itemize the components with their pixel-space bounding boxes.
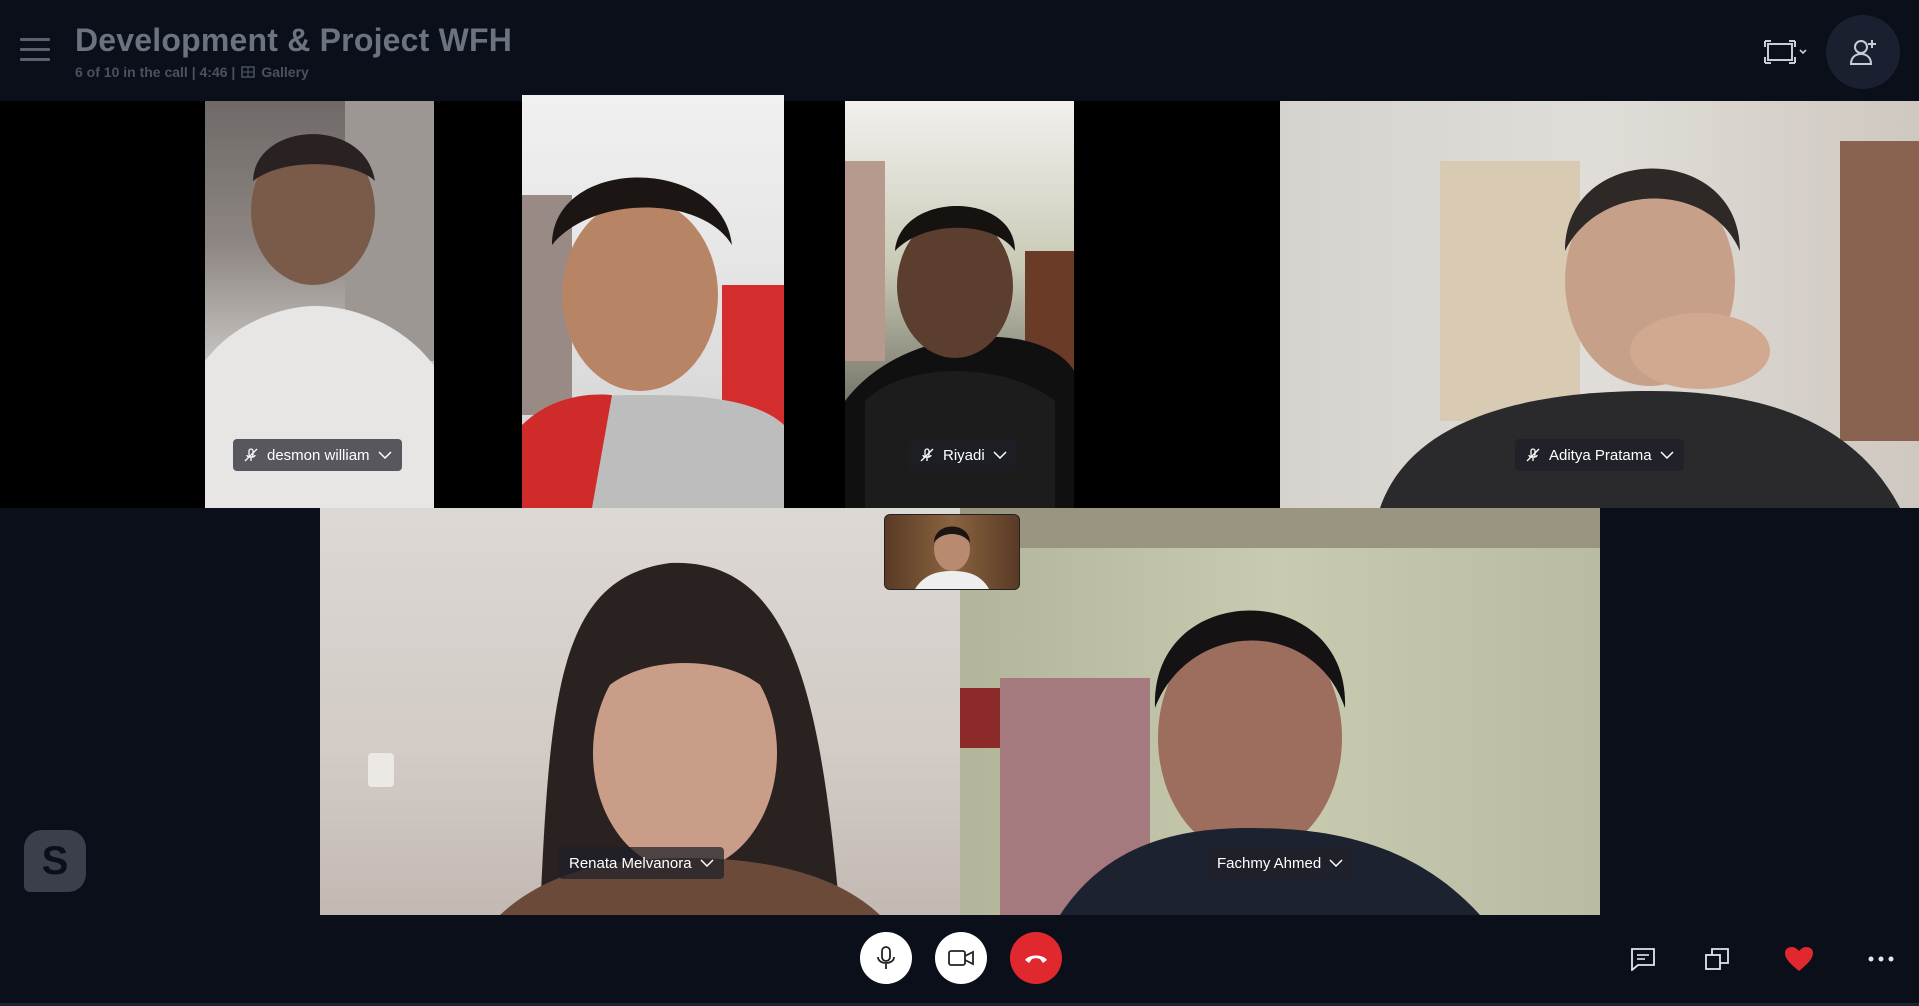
microphone-button[interactable]	[860, 932, 912, 984]
hang-up-icon	[1025, 955, 1047, 963]
chevron-down-icon	[378, 451, 392, 459]
call-header: Development & Project WFH 6 of 10 in the…	[0, 0, 1919, 100]
skype-logo: S	[24, 830, 86, 892]
participant-count-and-timer: 6 of 10 in the call | 4:46 |	[75, 64, 236, 80]
add-participant-button[interactable]	[1826, 15, 1900, 89]
gallery-icon	[241, 66, 256, 78]
participant-name: Fachmy Ahmed	[1217, 854, 1322, 872]
chevron-down-icon	[1660, 451, 1674, 459]
participant-name-tag[interactable]: desmon william	[233, 439, 402, 471]
call-status: 6 of 10 in the call | 4:46 | Gallery	[75, 64, 309, 80]
person-silhouette	[522, 177, 784, 508]
view-mode-label[interactable]: Gallery	[261, 64, 308, 80]
participant-name-tag[interactable]: Riyadi	[909, 439, 1017, 471]
heart-react-icon	[1785, 947, 1813, 971]
chevron-down-icon	[700, 859, 714, 867]
chevron-down-icon	[993, 451, 1007, 459]
muted-mic-icon	[1526, 448, 1540, 462]
chat-button[interactable]	[1626, 942, 1660, 976]
participant-name: Aditya Pratama	[1549, 446, 1652, 464]
switch-window-button[interactable]	[1700, 942, 1734, 976]
participant-name: desmon william	[267, 446, 370, 464]
chevron-down-icon	[1329, 859, 1343, 867]
participant-name: Riyadi	[943, 446, 985, 464]
add-person-icon	[1849, 40, 1876, 65]
end-call-button[interactable]	[1010, 932, 1062, 984]
chat-icon	[1631, 948, 1655, 971]
more-options-button[interactable]	[1864, 942, 1898, 976]
participant-name-tag[interactable]: Fachmy Ahmed	[1207, 847, 1354, 879]
more-options-icon	[1868, 956, 1894, 962]
muted-mic-icon	[244, 448, 258, 462]
participant-name-tag[interactable]: Renata Melvanora	[559, 847, 724, 879]
self-video-preview[interactable]	[884, 514, 1020, 590]
muted-mic-icon	[920, 448, 934, 462]
person-silhouette	[915, 526, 989, 589]
video-camera-icon	[948, 950, 974, 966]
hamburger-menu-icon[interactable]	[20, 38, 50, 62]
react-button[interactable]	[1782, 942, 1816, 976]
participant-video-2[interactable]	[522, 95, 784, 508]
call-title: Development & Project WFH	[75, 22, 513, 58]
window-switch-icon	[1705, 948, 1729, 970]
participant-name-tag[interactable]: Aditya Pratama	[1515, 439, 1684, 471]
video-button[interactable]	[935, 932, 987, 984]
microphone-icon	[877, 946, 895, 969]
layout-toggle-icon[interactable]	[1762, 38, 1810, 66]
participant-name: Renata Melvanora	[569, 854, 692, 872]
